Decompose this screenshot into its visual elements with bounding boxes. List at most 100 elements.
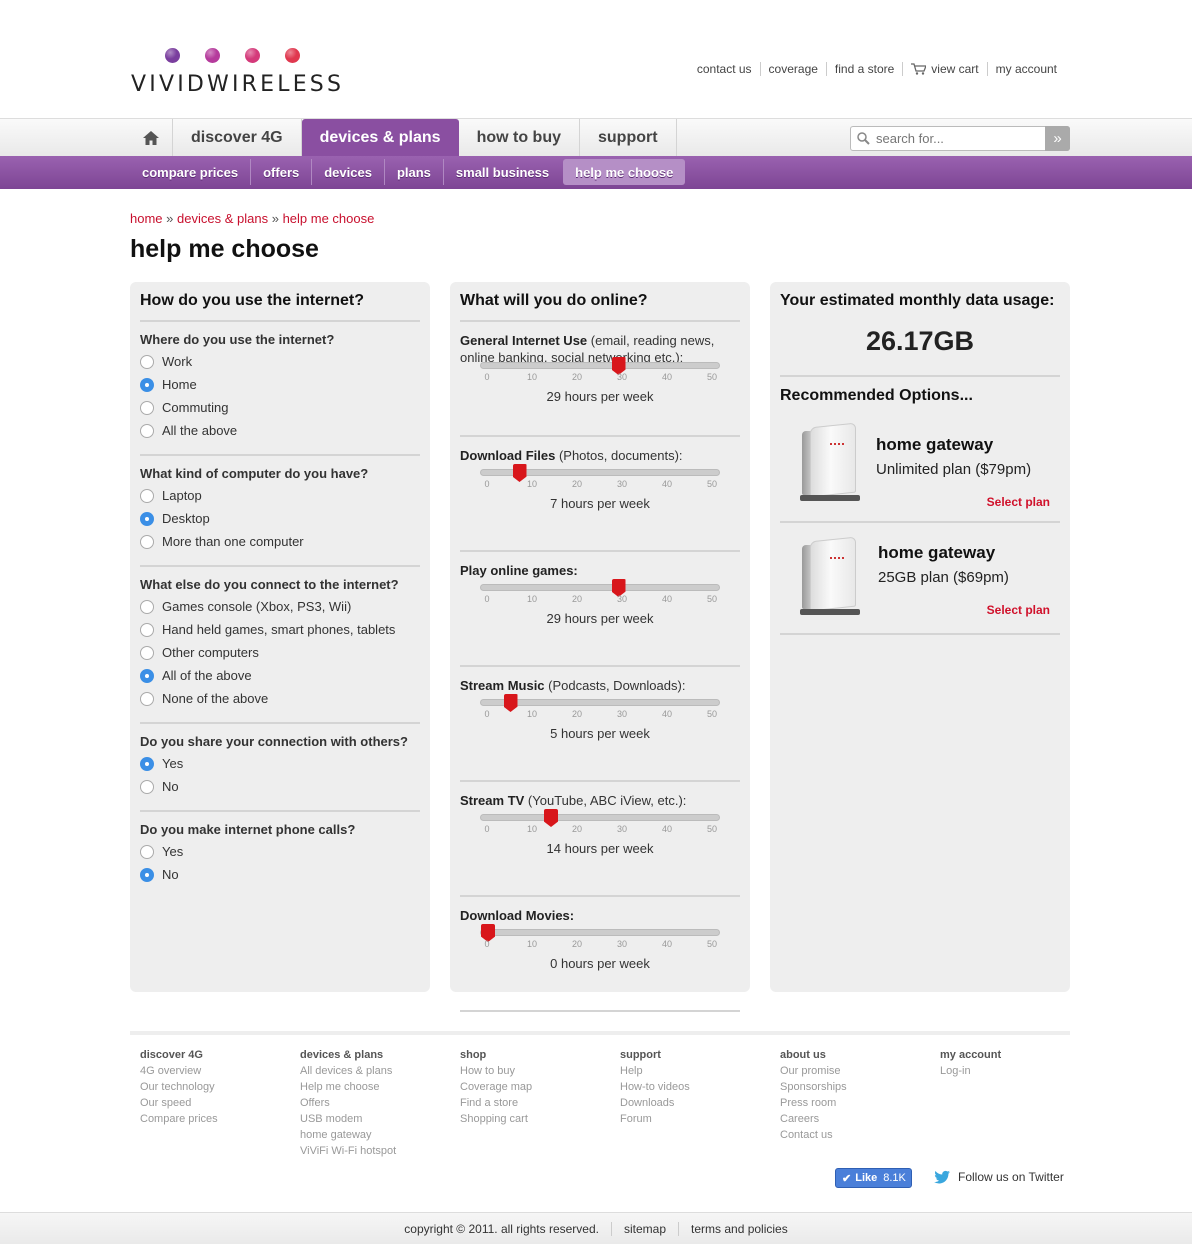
find-store-link[interactable]: find a store xyxy=(825,62,902,76)
breadcrumb-devices[interactable]: devices & plans xyxy=(177,211,268,226)
nav-how-to-buy[interactable]: how to buy xyxy=(459,119,580,156)
slider-track[interactable] xyxy=(480,694,720,712)
footer-link[interactable]: USB modem xyxy=(300,1111,396,1127)
footer-link[interactable]: How to buy xyxy=(460,1063,532,1079)
footer-link[interactable]: Find a store xyxy=(460,1095,532,1111)
footer-column-heading[interactable]: discover 4G xyxy=(140,1047,218,1063)
coverage-link[interactable]: coverage xyxy=(759,62,826,76)
footer-column-heading[interactable]: devices & plans xyxy=(300,1047,396,1063)
radio-button[interactable] xyxy=(140,534,154,549)
footer-link[interactable]: Downloads xyxy=(620,1095,690,1111)
slider-tick-label: 20 xyxy=(571,479,583,489)
nav-home[interactable] xyxy=(130,119,173,156)
slider-track[interactable] xyxy=(480,579,720,597)
radio-button[interactable] xyxy=(140,488,154,503)
footer-link[interactable]: Help me choose xyxy=(300,1079,396,1095)
footer-link[interactable]: All devices & plans xyxy=(300,1063,396,1079)
slider-track[interactable] xyxy=(480,809,720,827)
footer-link[interactable]: Offers xyxy=(300,1095,396,1111)
footer-column-heading[interactable]: about us xyxy=(780,1047,847,1063)
footer-link[interactable]: Contact us xyxy=(780,1127,847,1143)
nav-devices-plans[interactable]: devices & plans xyxy=(301,119,459,156)
footer-link[interactable]: home gateway xyxy=(300,1127,396,1143)
footer-link[interactable]: Careers xyxy=(780,1111,847,1127)
radio-button[interactable] xyxy=(140,756,154,771)
twitter-follow-link[interactable]: Follow us on Twitter xyxy=(933,1170,1064,1184)
radio-button[interactable] xyxy=(140,867,154,882)
footer-column: discover 4G 4G overview Our technology Our … xyxy=(140,1047,218,1127)
footer-link[interactable]: How-to videos xyxy=(620,1079,690,1095)
subnav-devices[interactable]: devices xyxy=(312,159,385,185)
radio-option[interactable]: Desktop xyxy=(140,507,420,530)
radio-button[interactable] xyxy=(140,844,154,859)
footer-link[interactable]: Log-in xyxy=(940,1063,1001,1079)
subnav-offers[interactable]: offers xyxy=(251,159,313,185)
search-input[interactable] xyxy=(872,131,1042,146)
subnav-plans[interactable]: plans xyxy=(385,159,444,185)
breadcrumb-current[interactable]: help me choose xyxy=(283,211,375,226)
footer-link[interactable]: Press room xyxy=(780,1095,847,1111)
radio-button[interactable] xyxy=(140,691,154,706)
footer-link[interactable]: Forum xyxy=(620,1111,690,1127)
select-plan-button[interactable]: Select plan xyxy=(987,603,1050,617)
radio-option[interactable]: Laptop xyxy=(140,484,420,507)
radio-button[interactable] xyxy=(140,779,154,794)
subnav-small-business[interactable]: small business xyxy=(444,159,561,185)
radio-option[interactable]: Home xyxy=(140,373,420,396)
footer-link[interactable]: Our technology xyxy=(140,1079,218,1095)
footer-link[interactable]: Our speed xyxy=(140,1095,218,1111)
facebook-like-button[interactable]: ✔ Like 8.1K xyxy=(835,1168,912,1188)
footer-link[interactable]: Help xyxy=(620,1063,690,1079)
radio-option[interactable]: Other computers xyxy=(140,641,420,664)
radio-option[interactable]: All of the above xyxy=(140,664,420,687)
footer-link[interactable]: 4G overview xyxy=(140,1063,218,1079)
footer-link[interactable]: Coverage map xyxy=(460,1079,532,1095)
footer-column-heading[interactable]: shop xyxy=(460,1047,532,1063)
nav-support[interactable]: support xyxy=(580,119,677,156)
radio-label: Commuting xyxy=(162,400,229,415)
footer-column-heading[interactable]: support xyxy=(620,1047,690,1063)
logo[interactable]: VIVIDWIRELESS xyxy=(131,48,341,98)
radio-option[interactable]: Yes xyxy=(140,752,420,775)
radio-button[interactable] xyxy=(140,599,154,614)
radio-option[interactable]: Games console (Xbox, PS3, Wii) xyxy=(140,595,420,618)
radio-option[interactable]: More than one computer xyxy=(140,530,420,553)
footer-link[interactable]: Compare prices xyxy=(140,1111,218,1127)
radio-button[interactable] xyxy=(140,668,154,683)
footer-column-heading[interactable]: my account xyxy=(940,1047,1001,1063)
contact-link[interactable]: contact us xyxy=(689,62,760,76)
terms-link[interactable]: terms and policies xyxy=(678,1221,800,1236)
radio-option[interactable]: No xyxy=(140,863,420,886)
radio-option[interactable]: No xyxy=(140,775,420,798)
footer-link[interactable]: Our promise xyxy=(780,1063,847,1079)
select-plan-button[interactable]: Select plan xyxy=(987,495,1050,509)
radio-button[interactable] xyxy=(140,423,154,438)
slider-track[interactable] xyxy=(480,924,720,942)
footer-link[interactable]: Shopping cart xyxy=(460,1111,532,1127)
radio-option[interactable]: All the above xyxy=(140,419,420,442)
radio-option[interactable]: Commuting xyxy=(140,396,420,419)
my-account-link[interactable]: my account xyxy=(986,62,1065,76)
search-button[interactable]: » xyxy=(1045,126,1070,151)
subnav-compare-prices[interactable]: compare prices xyxy=(130,159,252,185)
sitemap-link[interactable]: sitemap xyxy=(610,1221,678,1236)
radio-option[interactable]: None of the above xyxy=(140,687,420,710)
slider-track[interactable] xyxy=(480,464,720,482)
footer-link[interactable]: ViViFi Wi-Fi hotspot xyxy=(300,1143,396,1159)
slider-hours: 29 hours per week xyxy=(546,611,654,626)
radio-option[interactable]: Hand held games, smart phones, tablets xyxy=(140,618,420,641)
breadcrumb-home[interactable]: home xyxy=(130,211,163,226)
radio-option[interactable]: Yes xyxy=(140,840,420,863)
subnav-help-me-choose[interactable]: help me choose xyxy=(563,159,686,185)
footer-link[interactable]: Sponsorships xyxy=(780,1079,847,1095)
radio-button[interactable] xyxy=(140,354,154,369)
radio-button[interactable] xyxy=(140,400,154,415)
radio-option[interactable]: Work xyxy=(140,350,420,373)
radio-button[interactable] xyxy=(140,377,154,392)
view-cart-link[interactable]: view cart xyxy=(902,62,986,76)
slider-track[interactable] xyxy=(480,357,720,375)
radio-button[interactable] xyxy=(140,645,154,660)
nav-discover-4g[interactable]: discover 4G xyxy=(173,119,302,156)
radio-button[interactable] xyxy=(140,622,154,637)
radio-button[interactable] xyxy=(140,511,154,526)
